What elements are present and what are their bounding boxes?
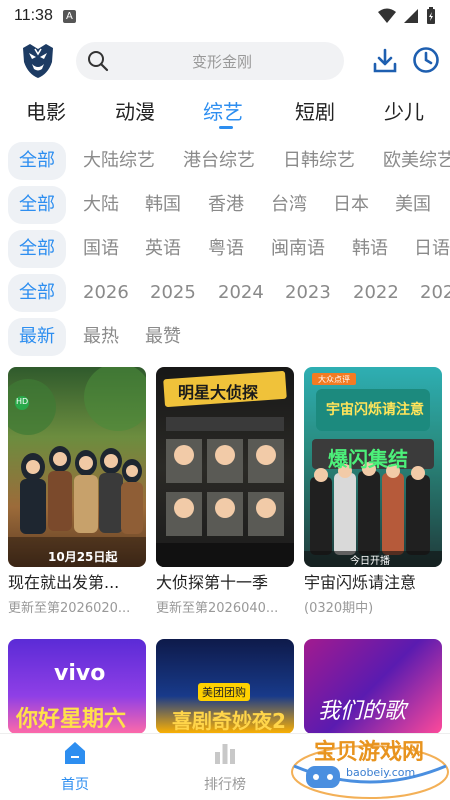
filter-chip-all[interactable]: 全部	[8, 142, 66, 180]
card-title[interactable]: 现在就出发第...	[8, 569, 146, 593]
app-logo[interactable]	[18, 40, 58, 80]
filter-option[interactable]: 韩国	[145, 186, 181, 224]
filter-option[interactable]: 大陆	[83, 186, 119, 224]
filter-row-year: 全部 2026 2025 2024 2023 2022 2021	[0, 274, 450, 312]
poster-title-text: 我们的歌	[318, 699, 407, 724]
card-title[interactable]: 宇宙闪烁请注意	[304, 569, 442, 593]
poster-brand-text: 大众点评	[318, 375, 350, 384]
filter-option[interactable]: 台湾	[271, 186, 307, 224]
filter-option[interactable]: 2023	[285, 274, 331, 312]
battery-icon	[427, 7, 435, 24]
filter-chip-all[interactable]: 全部	[8, 230, 66, 268]
search-bar[interactable]: 变形金刚	[76, 42, 344, 80]
filter-chip-all[interactable]: 全部	[8, 274, 66, 312]
poster-image[interactable]: 我们的歌	[304, 639, 442, 734]
card-subtitle: (0320期中)	[304, 601, 374, 616]
filter-option[interactable]: 英语	[145, 230, 181, 268]
search-input[interactable]: 变形金刚	[76, 51, 344, 72]
poster-brand-text: vivo	[54, 661, 106, 686]
card-subtitle: 更新至第2026020...	[8, 601, 131, 616]
signal-icon	[404, 9, 418, 23]
filter-option[interactable]: 欧美综艺	[383, 142, 450, 180]
ranking-icon	[215, 744, 235, 764]
filter-row-sort: 最新 最热 最赞	[0, 318, 450, 356]
notification-icon: A	[62, 9, 76, 23]
filter-option[interactable]: 闽南语	[271, 230, 325, 268]
poster-title-text: 你好星期六	[16, 707, 127, 732]
filter-row-region-type: 全部 大陆综艺 港台综艺 日韩综艺 欧美综艺	[0, 142, 450, 180]
poster-brand-text: 美团团购	[198, 683, 250, 701]
filter-option[interactable]: 韩语	[352, 230, 388, 268]
search-icon	[88, 51, 109, 72]
home-icon	[65, 742, 85, 764]
poster-badge: HD	[16, 397, 29, 406]
filter-option[interactable]: 美国	[395, 186, 431, 224]
sort-option-hot[interactable]: 最热	[83, 318, 119, 356]
filter-option[interactable]: 日语	[414, 230, 450, 268]
sort-chip-latest[interactable]: 最新	[8, 318, 66, 356]
video-card[interactable]: 大众点评 宇宙闪烁请注意 爆闪集结 今日开播 宇宙闪烁请注意 (0320期中)	[304, 367, 442, 616]
filter-option[interactable]: 国语	[83, 230, 119, 268]
card-subtitle: 更新至第2026040...	[156, 601, 279, 616]
filter-option[interactable]: 日韩综艺	[283, 142, 355, 180]
nav-home[interactable]: 首页	[35, 740, 115, 794]
poster-title-text: 宇宙闪烁请注意	[326, 402, 424, 418]
video-card[interactable]: 明星大侦探 大侦探第十一季 更新至第2026040...	[156, 367, 294, 616]
category-tabs: 电影 动漫 综艺 短剧 少儿	[0, 92, 450, 132]
status-bar: 11:38 A	[0, 0, 450, 32]
poster-image[interactable]: 大众点评 宇宙闪烁请注意 爆闪集结 今日开播	[304, 367, 442, 567]
watermark-title: 宝贝游戏网	[314, 740, 425, 765]
filter-row-language: 全部 国语 英语 粤语 闽南语 韩语 日语	[0, 230, 450, 268]
status-time: 11:38	[14, 7, 53, 24]
filter-option[interactable]: 大陆综艺	[83, 142, 155, 180]
video-card[interactable]: HD 10月25日起 现在就出发第... 更新至第2026020...	[8, 367, 146, 616]
filter-row-region: 全部 大陆 韩国 香港 台湾 日本 美国	[0, 186, 450, 224]
filter-option[interactable]: 2026	[83, 274, 129, 312]
download-icon[interactable]	[372, 48, 398, 74]
nav-ranking[interactable]: 排行榜	[185, 740, 265, 794]
sort-option-liked[interactable]: 最赞	[145, 318, 181, 356]
nav-ranking-label: 排行榜	[204, 777, 246, 793]
poster-subtitle-text: 爆闪集结	[328, 447, 408, 471]
header: 变形金刚	[0, 38, 450, 84]
poster-title-text: 喜剧奇妙夜2	[172, 709, 286, 733]
wifi-icon	[378, 8, 396, 23]
tab-kids[interactable]: 少儿	[384, 96, 424, 125]
poster-title-text: 明星大侦探	[178, 383, 259, 402]
tab-short-drama[interactable]: 短剧	[295, 96, 335, 125]
filter-option[interactable]: 2022	[353, 274, 399, 312]
active-tab-indicator	[219, 126, 233, 129]
tab-movie[interactable]: 电影	[26, 96, 66, 125]
filter-option[interactable]: 2021	[420, 274, 450, 312]
poster-image[interactable]: 美团团购 喜剧奇妙夜2	[156, 639, 294, 734]
tab-anime[interactable]: 动漫	[115, 96, 155, 125]
card-title[interactable]: 大侦探第十一季	[156, 569, 294, 593]
filter-chip-all[interactable]: 全部	[8, 186, 66, 224]
history-icon[interactable]	[412, 46, 440, 74]
filter-option[interactable]: 港台综艺	[183, 142, 255, 180]
poster-image[interactable]: vivo 你好星期六	[8, 639, 146, 734]
nav-home-label: 首页	[61, 777, 89, 793]
filter-option[interactable]: 日本	[333, 186, 369, 224]
filter-option[interactable]: 2024	[218, 274, 264, 312]
poster-art	[8, 367, 146, 567]
poster-image[interactable]: HD 10月25日起	[8, 367, 146, 567]
site-watermark: 宝贝游戏网 baobeiy.com	[280, 732, 450, 800]
filter-option[interactable]: 香港	[208, 186, 244, 224]
poster-image[interactable]: 明星大侦探	[156, 367, 294, 567]
filter-option[interactable]: 2025	[150, 274, 196, 312]
poster-date-text: 10月25日起	[48, 550, 118, 564]
tab-variety[interactable]: 综艺	[203, 96, 243, 125]
poster-footer-text: 今日开播	[350, 556, 390, 567]
filter-option[interactable]: 粤语	[208, 230, 244, 268]
watermark-url: baobeiy.com	[346, 766, 416, 779]
